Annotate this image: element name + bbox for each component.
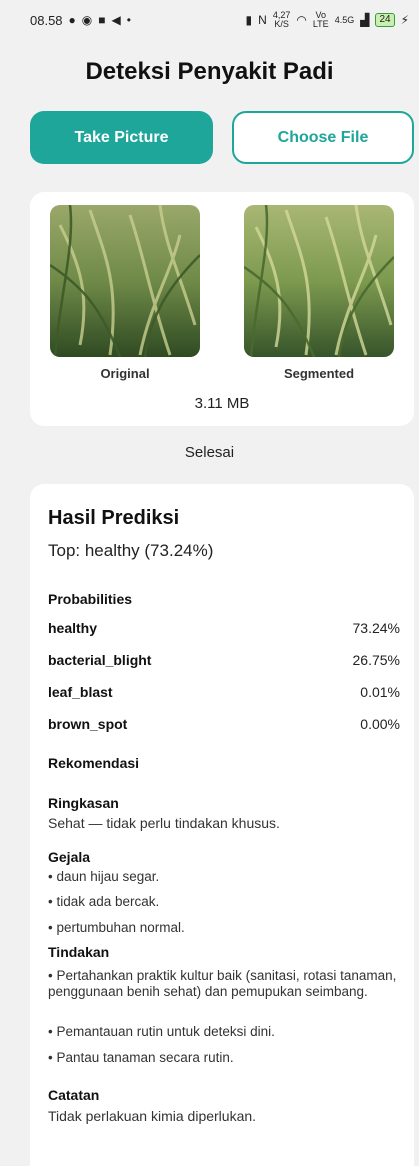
choose-file-button[interactable]: Choose File — [232, 111, 414, 164]
result-title: Hasil Prediksi — [48, 507, 180, 529]
summary-text: Sehat — tidak perlu tindakan khusus. — [48, 815, 280, 831]
probability-value: 0.01% — [360, 684, 400, 700]
status-bar-right: ▮ N 4,27 K/S ◠ Vo LTE 4.5G ▟ 24 ⚡ — [246, 11, 409, 29]
symptoms-heading: Gejala — [48, 849, 91, 865]
gallery-icon: ■ — [98, 13, 106, 27]
notes-heading: Catatan — [48, 1087, 100, 1103]
notes-text: Tidak perlakuan kimia diperlukan. — [48, 1108, 257, 1124]
image-preview-card: Original Segmented 3.11 MB — [30, 192, 414, 426]
recommendation-heading: Rekomendasi — [48, 755, 140, 771]
probabilities-heading: Probabilities — [48, 591, 133, 607]
segmented-label: Segmented — [283, 366, 355, 381]
process-status: Selesai — [184, 444, 235, 461]
prediction-result-card: Hasil Prediksi Top: healthy (73.24%) Pro… — [30, 484, 414, 1166]
probability-name: brown_spot — [48, 716, 128, 732]
probability-row: healthy 73.24% — [48, 620, 400, 636]
probability-value: 26.75% — [352, 652, 400, 668]
volte-indicator: Vo LTE — [313, 11, 329, 29]
action-item: • Pertahankan praktik kultur baik (sanit… — [48, 968, 397, 999]
segmented-rice-photo — [244, 205, 394, 357]
original-rice-photo — [50, 205, 200, 357]
status-bar: 08.58 ● ◉ ■ ◀ • ▮ N 4,27 K/S ◠ Vo LTE 4.… — [0, 0, 419, 40]
action-item: • Pantau tanaman secara rutin. — [48, 1050, 234, 1065]
probability-row: bacterial_blight 26.75% — [48, 652, 400, 668]
probability-row: leaf_blast 0.01% — [48, 684, 400, 700]
segmented-image[interactable] — [244, 205, 394, 357]
summary-heading: Ringkasan — [48, 795, 119, 811]
symptom-item: • tidak ada bercak. — [48, 894, 160, 909]
chat-icon: ● — [68, 13, 76, 27]
network-type: 4.5G — [334, 14, 355, 25]
speed-indicator: 4,27 K/S — [273, 11, 291, 29]
page-title: Deteksi Penyakit Padi — [85, 58, 334, 85]
original-image[interactable] — [50, 205, 200, 357]
volte-bottom: LTE — [312, 19, 329, 29]
charging-icon: ⚡ — [400, 13, 409, 27]
more-dot-icon: • — [126, 13, 131, 27]
probability-name: healthy — [48, 620, 98, 636]
file-size: 3.11 MB — [194, 395, 250, 412]
battery-icon: 24 — [375, 13, 395, 27]
signal-icon: ▟ — [360, 13, 370, 27]
status-bar-left: 08.58 ● ◉ ■ ◀ • — [30, 13, 131, 28]
probability-name: bacterial_blight — [48, 652, 152, 668]
vibrate-icon: ▮ — [245, 13, 253, 27]
original-label: Original — [100, 366, 150, 381]
nfc-icon: N — [258, 13, 267, 27]
probability-value: 73.24% — [352, 620, 400, 636]
top-prediction: Top: healthy (73.24%) — [48, 541, 214, 560]
app-notification-icon: ◉ — [81, 13, 93, 27]
take-picture-button[interactable]: Take Picture — [30, 111, 213, 164]
probability-row: brown_spot 0.00% — [48, 716, 400, 732]
send-icon: ◀ — [111, 13, 121, 27]
probability-value: 0.00% — [360, 716, 400, 732]
symptom-item: • pertumbuhan normal. — [48, 920, 185, 935]
clock: 08.58 — [30, 12, 63, 28]
wifi-icon: ◠ — [296, 13, 307, 27]
actions-heading: Tindakan — [48, 944, 110, 960]
symptom-item: • daun hijau segar. — [48, 869, 160, 884]
probability-name: leaf_blast — [48, 684, 113, 700]
action-item: • Pemantauan rutin untuk deteksi dini. — [48, 1024, 275, 1039]
speed-unit: K/S — [274, 19, 289, 29]
